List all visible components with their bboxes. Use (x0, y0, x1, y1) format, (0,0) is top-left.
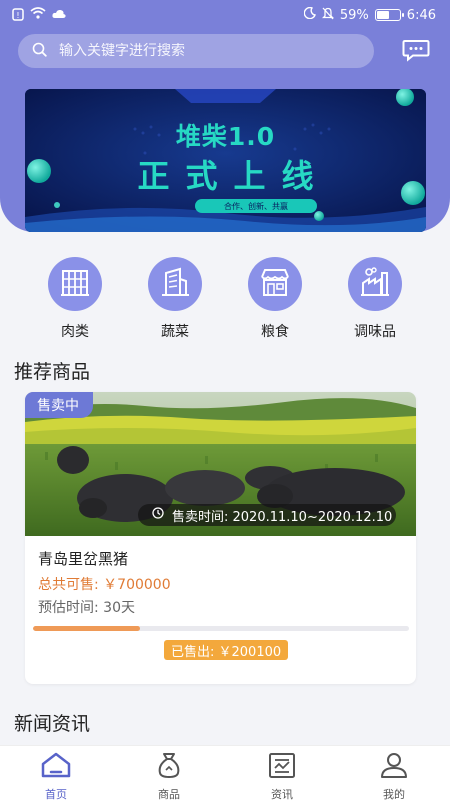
clock: 6:46 (406, 7, 436, 23)
promo-banner[interactable]: 堆柴1.0 正式上线 合作、创新、共赢 (25, 89, 426, 232)
sales-progress-fill (33, 626, 141, 631)
sim-icon: ! (12, 7, 24, 23)
message-button[interactable] (402, 38, 430, 62)
category-meat[interactable]: 肉类 (35, 257, 115, 341)
bottom-tab-bar: 首页 商品 资讯 我的 (0, 745, 450, 800)
storefront-icon (258, 265, 292, 303)
product-image: 售卖中 售卖时间: 2020.11.10~2020.12.10 (25, 392, 416, 536)
wifi-icon (30, 7, 46, 23)
category-grain[interactable]: 粮食 (235, 257, 315, 341)
message-icon (402, 40, 430, 66)
moon-icon (303, 6, 316, 23)
battery-level (376, 11, 389, 19)
product-total: 总共可售: ￥700000 (38, 577, 171, 593)
sale-time-pill: 售卖时间: 2020.11.10~2020.12.10 (138, 504, 396, 526)
section-title-recommended: 推荐商品 (14, 361, 91, 383)
news-icon (266, 751, 298, 783)
user-icon (378, 751, 410, 783)
status-bar: ! 59% 6:46 (0, 0, 450, 30)
search-bar[interactable] (18, 34, 374, 68)
category-icon-circle (248, 257, 302, 311)
product-name: 青岛里岔黑猪 (38, 550, 129, 568)
sold-amount-badge: 已售出: ￥200100 (164, 640, 289, 660)
category-icon-circle (348, 257, 402, 311)
category-label: 粮食 (261, 324, 289, 340)
search-input[interactable] (59, 43, 329, 59)
status-left: ! (12, 7, 66, 23)
category-icon-circle (148, 257, 202, 311)
sale-status-badge: 售卖中 (25, 392, 93, 418)
tab-label: 资讯 (271, 788, 293, 800)
banner-title: 堆柴1.0 (175, 122, 276, 151)
clock-icon (152, 507, 164, 523)
status-right: 59% 6:46 (303, 6, 436, 24)
svg-text:!: ! (16, 11, 19, 20)
product-estimated-time: 预估时间: 30天 (38, 600, 135, 616)
battery-icon (374, 9, 404, 21)
banner-subtitle: 正式上线 (137, 157, 330, 195)
category-label: 肉类 (61, 324, 89, 340)
tab-label: 我的 (383, 788, 405, 800)
banner-tagline: 合作、创新、共赢 (195, 199, 317, 213)
tab-label: 商品 (158, 788, 180, 800)
category-seasoning[interactable]: 调味品 (335, 257, 415, 341)
category-vegetables[interactable]: 蔬菜 (135, 257, 215, 341)
product-card[interactable]: 售卖中 售卖时间: 2020.11.10~2020.12.10 青岛里岔黑猪 总… (25, 392, 416, 684)
category-label: 蔬菜 (161, 324, 189, 340)
tab-news[interactable]: 资讯 (242, 751, 322, 800)
bag-icon (153, 751, 185, 783)
home-icon (40, 751, 72, 783)
battery-percent: 59% (339, 7, 369, 23)
skyscraper-icon (158, 265, 192, 303)
tab-label: 首页 (45, 788, 67, 800)
sale-time-text: 售卖时间: 2020.11.10~2020.12.10 (172, 509, 393, 525)
category-label: 调味品 (354, 324, 396, 340)
category-grid: 肉类 蔬菜 粮食 调味品 (0, 257, 450, 340)
building-icon (58, 265, 92, 303)
factory-icon (358, 265, 392, 303)
search-icon (32, 42, 47, 61)
mute-icon (321, 7, 334, 24)
cloud-icon (52, 8, 66, 23)
category-icon-circle (48, 257, 102, 311)
section-title-news: 新闻资讯 (14, 713, 91, 735)
tab-profile[interactable]: 我的 (354, 751, 434, 800)
tab-home[interactable]: 首页 (16, 751, 96, 800)
tab-products[interactable]: 商品 (129, 751, 209, 800)
sales-progress-bar (33, 626, 409, 631)
